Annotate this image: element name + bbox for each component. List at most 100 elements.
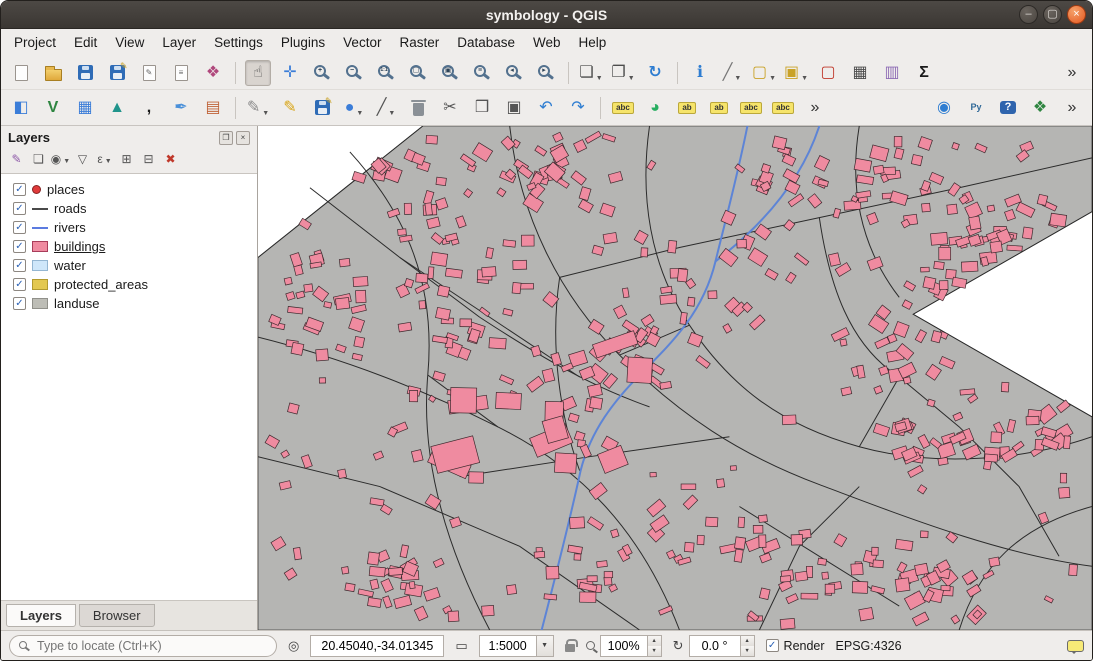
- layer-label[interactable]: water: [54, 258, 86, 273]
- zoom-to-selection-button[interactable]: ▣: [437, 60, 463, 86]
- add-delimited-text-layer-button[interactable]: ,: [136, 95, 162, 121]
- maximize-button[interactable]: ▢: [1043, 5, 1062, 24]
- new-print-layout-button[interactable]: ✎: [136, 60, 162, 86]
- show-layout-manager-button[interactable]: ≡: [168, 60, 194, 86]
- layer-item-protected_areas[interactable]: ✓protected_areas: [3, 275, 255, 294]
- extents-icon[interactable]: ◎: [288, 638, 299, 654]
- menu-database[interactable]: Database: [448, 31, 524, 54]
- layer-checkbox[interactable]: ✓: [13, 183, 26, 196]
- magnifier-input[interactable]: [600, 635, 648, 657]
- rotation-control[interactable]: ↻ ▲▼: [673, 635, 755, 657]
- select-by-value-button[interactable]: ▣▼: [783, 60, 809, 86]
- current-edits-button[interactable]: ✎▼: [245, 95, 271, 121]
- select-features-button[interactable]: ▢▼: [751, 60, 777, 86]
- map-canvas[interactable]: [258, 126, 1092, 630]
- float-panel-icon[interactable]: ❐: [219, 131, 233, 145]
- render-control[interactable]: ✓ Render: [766, 639, 825, 653]
- scale-combo[interactable]: ▼: [479, 635, 554, 657]
- zoom-in-button[interactable]: +: [309, 60, 335, 86]
- menu-project[interactable]: Project: [5, 31, 65, 54]
- filter-by-expression-button[interactable]: ε▼: [94, 149, 115, 169]
- scale-input[interactable]: [479, 635, 537, 657]
- zoom-last-button[interactable]: ◂: [501, 60, 527, 86]
- plugin-button[interactable]: ❖: [1027, 95, 1053, 121]
- save-project-as-button[interactable]: ✎: [104, 60, 130, 86]
- menu-vector[interactable]: Vector: [334, 31, 390, 54]
- deselect-features-button[interactable]: ▢: [815, 60, 841, 86]
- layer-label[interactable]: landuse: [54, 296, 100, 311]
- open-project-button[interactable]: [40, 60, 66, 86]
- rotation-spinner[interactable]: ▲▼: [741, 635, 755, 657]
- layer-item-buildings[interactable]: ✓ buildings: [3, 237, 255, 256]
- save-project-button[interactable]: [72, 60, 98, 86]
- refresh-button[interactable]: ↻: [642, 60, 668, 86]
- remove-layer-button[interactable]: ✖: [160, 149, 181, 169]
- metasearch-button[interactable]: ◉: [931, 95, 957, 121]
- scale-dropdown-icon[interactable]: ▼: [537, 635, 554, 657]
- menu-edit[interactable]: Edit: [65, 31, 106, 54]
- menu-layer[interactable]: Layer: [153, 31, 205, 54]
- zoom-next-button[interactable]: ▸: [533, 60, 559, 86]
- add-group-button[interactable]: ❏: [28, 149, 49, 169]
- layer-label[interactable]: places: [47, 182, 85, 197]
- open-styling-dock-button[interactable]: ✎: [6, 149, 27, 169]
- title-bar[interactable]: symbology - QGIS –▢×: [1, 1, 1092, 29]
- spin-down-icon[interactable]: ▼: [741, 646, 754, 656]
- save-layer-edits-button[interactable]: ✎: [309, 95, 335, 121]
- spin-down-icon[interactable]: ▼: [648, 646, 661, 656]
- lock-icon[interactable]: [565, 644, 575, 652]
- magnifier-control[interactable]: ▲▼: [586, 635, 662, 657]
- move-label-button[interactable]: abc: [770, 95, 796, 121]
- tab-browser[interactable]: Browser: [79, 604, 155, 627]
- add-raster-layer-button[interactable]: ▦: [72, 95, 98, 121]
- zoom-to-layer-button[interactable]: ≡: [469, 60, 495, 86]
- copy-features-button[interactable]: ❒: [469, 95, 495, 121]
- add-spatialite-layer-button[interactable]: ✒: [168, 95, 194, 121]
- toolbar-secondary-overflow-button[interactable]: »: [1059, 95, 1085, 121]
- layer-checkbox[interactable]: ✓: [13, 297, 26, 310]
- zoom-full-button[interactable]: ▢: [405, 60, 431, 86]
- zoom-native-button[interactable]: 1:1: [373, 60, 399, 86]
- layer-label[interactable]: buildings: [54, 239, 105, 254]
- layer-checkbox[interactable]: ✓: [13, 221, 26, 234]
- vertex-tool-button[interactable]: ╱▼: [373, 95, 399, 121]
- locate-input[interactable]: [9, 635, 277, 657]
- redo-button[interactable]: ↷: [565, 95, 591, 121]
- menu-plugins[interactable]: Plugins: [272, 31, 334, 54]
- pan-to-selection-button[interactable]: ✛: [277, 60, 303, 86]
- toolbar-labels-overflow-button[interactable]: »: [802, 95, 828, 121]
- add-wms-layer-button[interactable]: ▤: [200, 95, 226, 121]
- manage-map-themes-button[interactable]: ◉▼: [50, 149, 71, 169]
- undo-button[interactable]: ↶: [533, 95, 559, 121]
- pan-map-button[interactable]: ☝: [245, 60, 271, 86]
- new-project-button[interactable]: [8, 60, 34, 86]
- close-button[interactable]: ×: [1067, 5, 1086, 24]
- cut-features-button[interactable]: ✂: [437, 95, 463, 121]
- toolbar-main-overflow-button[interactable]: »: [1059, 60, 1085, 86]
- add-mesh-layer-button[interactable]: ▲: [104, 95, 130, 121]
- paste-features-button[interactable]: ▣: [501, 95, 527, 121]
- rotation-input[interactable]: [689, 635, 741, 657]
- menu-raster[interactable]: Raster: [390, 31, 448, 54]
- layer-checkbox[interactable]: ✓: [13, 240, 26, 253]
- collapse-all-button[interactable]: ⊟: [138, 149, 159, 169]
- new-map-view-button[interactable]: ❏▼: [578, 60, 604, 86]
- pin-labels-button[interactable]: ab: [706, 95, 732, 121]
- add-vector-layer-button[interactable]: V: [40, 95, 66, 121]
- spin-up-icon[interactable]: ▲: [648, 636, 661, 646]
- render-checkbox[interactable]: ✓: [766, 639, 779, 652]
- new-3d-map-view-button[interactable]: ❐▼: [610, 60, 636, 86]
- layer-checkbox[interactable]: ✓: [13, 259, 26, 272]
- delete-selected-button[interactable]: [405, 95, 431, 121]
- layer-diagrams-button[interactable]: ◕: [642, 95, 668, 121]
- digitize-tool-button[interactable]: ●▼: [341, 95, 367, 121]
- layer-label[interactable]: protected_areas: [54, 277, 148, 292]
- data-source-manager-button[interactable]: ◧: [8, 95, 34, 121]
- magnifier-spinner[interactable]: ▲▼: [648, 635, 662, 657]
- crs-label[interactable]: EPSG:4326: [836, 639, 902, 653]
- layer-item-places[interactable]: ✓ places: [3, 180, 255, 199]
- python-console-button[interactable]: Py: [963, 95, 989, 121]
- layer-item-water[interactable]: ✓ water: [3, 256, 255, 275]
- layer-labeling-button[interactable]: abc: [610, 95, 636, 121]
- spin-up-icon[interactable]: ▲: [741, 636, 754, 646]
